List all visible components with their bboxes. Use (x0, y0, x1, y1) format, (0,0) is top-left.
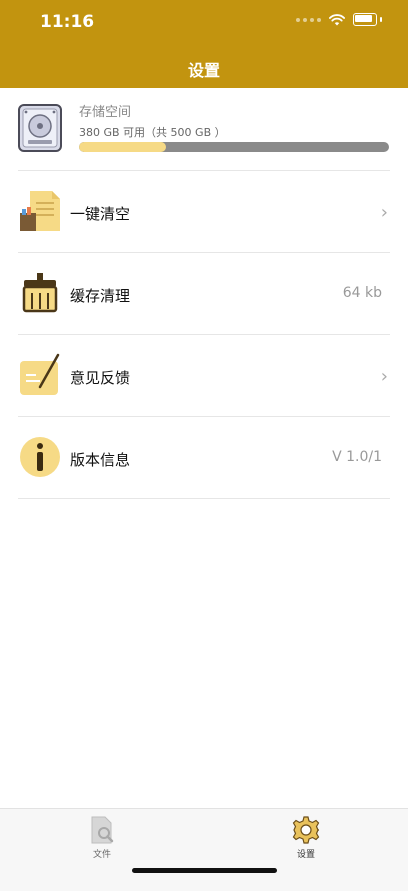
wifi-icon (329, 13, 345, 25)
tab-files[interactable]: 文件 (72, 815, 132, 860)
storage-progress-bar (79, 142, 389, 152)
status-icons (296, 13, 382, 26)
nav-header: 11:16 设置 (0, 0, 408, 88)
gear-icon (292, 816, 320, 844)
row-label: 一键清空 (70, 205, 131, 223)
storage-progress-fill (79, 142, 166, 152)
storage-title: 存储空间 (79, 105, 132, 120)
tab-settings[interactable]: 设置 (276, 815, 336, 860)
row-label: 意见反馈 (70, 369, 131, 387)
home-indicator (132, 868, 277, 873)
status-time: 11:16 (40, 12, 95, 32)
row-feedback[interactable]: 意见反馈 › (0, 335, 408, 417)
tab-label: 设置 (296, 850, 315, 860)
storage-subtitle: 380 GB 可用（共 500 GB ） (79, 126, 226, 139)
row-label: 版本信息 (70, 451, 131, 469)
tab-bar: 文件 设置 (0, 808, 408, 891)
battery-icon (353, 13, 377, 26)
document-clear-icon (20, 191, 60, 231)
chevron-right-icon: › (380, 366, 388, 387)
version-value: V 1.0/1 (332, 449, 382, 465)
chevron-right-icon: › (380, 202, 388, 223)
row-cache-clean[interactable]: 缓存清理 64 kb (0, 253, 408, 335)
row-clear-all[interactable]: 一键清空 › (0, 171, 408, 253)
info-icon (20, 437, 60, 477)
storage-section: 存储空间 380 GB 可用（共 500 GB ） (0, 88, 408, 170)
feedback-pen-icon (20, 353, 60, 395)
divider (18, 498, 390, 499)
page-title: 设置 (187, 61, 220, 80)
row-version-info[interactable]: 版本信息 V 1.0/1 (0, 417, 408, 499)
signal-icon (296, 17, 321, 22)
brush-icon (22, 273, 58, 313)
row-label: 缓存清理 (70, 287, 131, 305)
file-search-icon (91, 816, 114, 844)
tab-label: 文件 (92, 850, 111, 860)
hard-drive-icon (18, 104, 62, 152)
cache-size-value: 64 kb (342, 285, 382, 301)
